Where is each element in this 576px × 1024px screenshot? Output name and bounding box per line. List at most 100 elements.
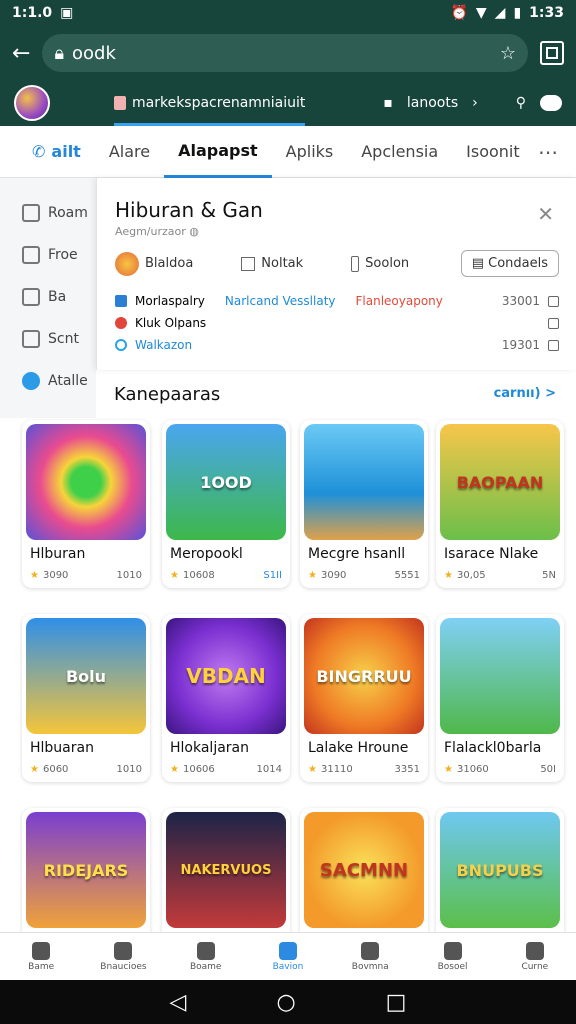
avatar-icon <box>115 251 139 276</box>
search-icon[interactable]: ⚲ <box>516 95 526 111</box>
sidebar-item-label: Froe <box>48 247 78 263</box>
app-card[interactable]: BINGRRUU Lalake Hroune ★ 31110 3351 <box>300 614 428 782</box>
condaels-button[interactable]: ▤ Condaels <box>460 250 559 277</box>
recents-icon[interactable]: □ <box>386 990 407 1015</box>
toggle-switch[interactable] <box>540 95 562 111</box>
app-thumbnail <box>304 424 424 540</box>
filter-icon: ▤ <box>471 256 489 271</box>
see-all-link[interactable]: carnıı) > <box>494 386 556 401</box>
checkbox[interactable] <box>548 339 559 351</box>
record-icon <box>115 317 127 329</box>
sidebar: Roam Froe Ba Scnt Atalle <box>0 178 96 418</box>
list-item[interactable]: Morlaspalry Narlcand Vessllaty Flanleoya… <box>115 290 559 312</box>
nav-social[interactable]: Bosoel <box>411 933 493 980</box>
status-right-time: 1:33 <box>529 5 564 21</box>
nav-apps[interactable]: Bavion <box>247 933 329 980</box>
app-card[interactable]: 1OOD Meropookl ★ 10608 S1II <box>162 420 290 588</box>
star-icon: ★ <box>444 764 453 775</box>
url-text[interactable]: oodk <box>72 43 492 64</box>
checkbox[interactable] <box>548 295 559 307</box>
back-icon[interactable]: ◁ <box>170 990 187 1015</box>
wifi-icon: ▼ <box>475 5 487 21</box>
frame-icon <box>22 246 40 264</box>
star-icon: ★ <box>170 570 179 581</box>
app-card[interactable]: Hlburan ★ 3090 1010 <box>22 420 150 588</box>
sidebar-item-label: Atalle <box>48 373 88 389</box>
app-card[interactable]: BAOPAAN Isarace Nlake ★ 30,05 5N <box>436 420 564 588</box>
back-arrow-icon[interactable]: ← <box>12 41 30 66</box>
tab-3[interactable]: Apliks <box>272 126 348 178</box>
app-thumbnail: BINGRRUU <box>304 618 424 734</box>
bottom-nav: Bame Bnaucioes Boame Bavion Bovmna Bosoe… <box>0 932 576 980</box>
photo-icon: ▣ <box>60 5 74 21</box>
app-thumbnail: BNUPUBS <box>440 812 560 928</box>
star-icon[interactable]: ☆ <box>500 43 516 64</box>
app-thumbnail: RIDEJARS <box>26 812 146 928</box>
home-icon <box>32 941 51 960</box>
nav-home[interactable]: Bame <box>0 933 82 980</box>
store-icon <box>361 941 380 960</box>
document-icon <box>22 330 40 348</box>
app-thumbnail: VBDAN <box>166 618 286 734</box>
browser-bar: ← 🔒︎ oodk ☆ <box>0 26 576 80</box>
nav-store[interactable]: Bovmna <box>329 933 411 980</box>
sidebar-item-1[interactable]: Froe <box>0 234 96 276</box>
sidebar-item-label: Ba <box>48 289 67 305</box>
apps-icon <box>278 941 297 960</box>
sidebar-item-0[interactable]: Roam <box>0 192 96 234</box>
lock-icon: 🔒︎ <box>54 42 65 64</box>
app-thumbnail: SACMNN <box>304 812 424 928</box>
panel-title: Hiburan & Gan <box>115 198 263 222</box>
avatar[interactable] <box>14 85 50 121</box>
more-icon[interactable]: ⋯ <box>538 140 558 164</box>
tab-2[interactable]: Alapapst <box>164 126 272 178</box>
panel-row-item[interactable]: Noltak <box>241 256 303 271</box>
sidebar-item-3[interactable]: Scnt <box>0 318 96 360</box>
tab-5[interactable]: Isoonit <box>452 126 534 178</box>
nav-account[interactable]: Curne <box>494 933 576 980</box>
star-icon: ★ <box>30 570 39 581</box>
bag-icon: ▪ <box>383 95 393 111</box>
tab-4[interactable]: Apclensia <box>347 126 452 178</box>
chat-icon <box>22 372 40 390</box>
app-card[interactable]: Mecgre hsanll ★ 3090 5551 <box>300 420 428 588</box>
checkbox[interactable] <box>548 317 559 329</box>
sidebar-item-2[interactable]: Ba <box>0 276 96 318</box>
chevron-right-icon[interactable]: › <box>472 95 478 111</box>
circle-icon <box>115 339 127 351</box>
category-panel: Hiburan & Gan Aegm/urzaor ◍ ✕ Blaldoa No… <box>96 178 576 370</box>
status-time: 1:1.0 <box>12 5 53 21</box>
url-bar[interactable]: 🔒︎ oodk ☆ <box>42 34 528 72</box>
app-thumbnail: Bolu <box>26 618 146 734</box>
panel-row-item[interactable]: Blaldoa <box>115 251 193 276</box>
sidebar-item-4[interactable]: Atalle <box>0 360 96 402</box>
nav-profile[interactable]: Bnaucioes <box>82 933 164 980</box>
app-card[interactable]: Flalackl0barla ★ 31060 50I <box>436 614 564 782</box>
nav-games[interactable]: Boame <box>165 933 247 980</box>
site-favicon-icon <box>114 96 126 110</box>
panel-row-item[interactable]: Soolon <box>351 255 409 272</box>
header-right-label[interactable]: lanoots <box>407 95 458 111</box>
list-item[interactable]: Kluk Olpans <box>115 312 559 334</box>
people-icon <box>443 941 462 960</box>
app-thumbnail <box>26 424 146 540</box>
app-icon <box>115 295 127 307</box>
site-title[interactable]: markekspacrenamniaiuit <box>114 95 306 126</box>
globe-icon: ◍ <box>189 225 199 238</box>
star-icon: ★ <box>30 764 39 775</box>
home-circle-icon[interactable]: ○ <box>276 990 295 1015</box>
app-card[interactable]: VBDAN Hlokaljaran ★ 10606 1014 <box>162 614 290 782</box>
panel-row: Blaldoa Noltak Soolon ▤ Condaels <box>115 250 559 277</box>
sidebar-item-label: Scnt <box>48 331 79 347</box>
status-bar: 1:1.0 ▣ ⏰ ▼ ◢ ▮ 1:33 <box>0 0 576 26</box>
sidebar-item-label: Roam <box>48 205 88 221</box>
tab-1[interactable]: Alare <box>95 126 164 178</box>
close-icon[interactable]: ✕ <box>537 202 554 226</box>
tab-switcher-icon[interactable] <box>540 41 564 65</box>
panel-subtitle: Aegm/urzaor ◍ <box>115 225 199 238</box>
app-thumbnail: 1OOD <box>166 424 286 540</box>
tab-all[interactable]: ✆ ailt <box>18 126 95 178</box>
list-item[interactable]: Walkazon 19301 <box>115 334 559 356</box>
camera-icon <box>22 204 40 222</box>
app-card[interactable]: Bolu Hlbuaran ★ 6060 1010 <box>22 614 150 782</box>
